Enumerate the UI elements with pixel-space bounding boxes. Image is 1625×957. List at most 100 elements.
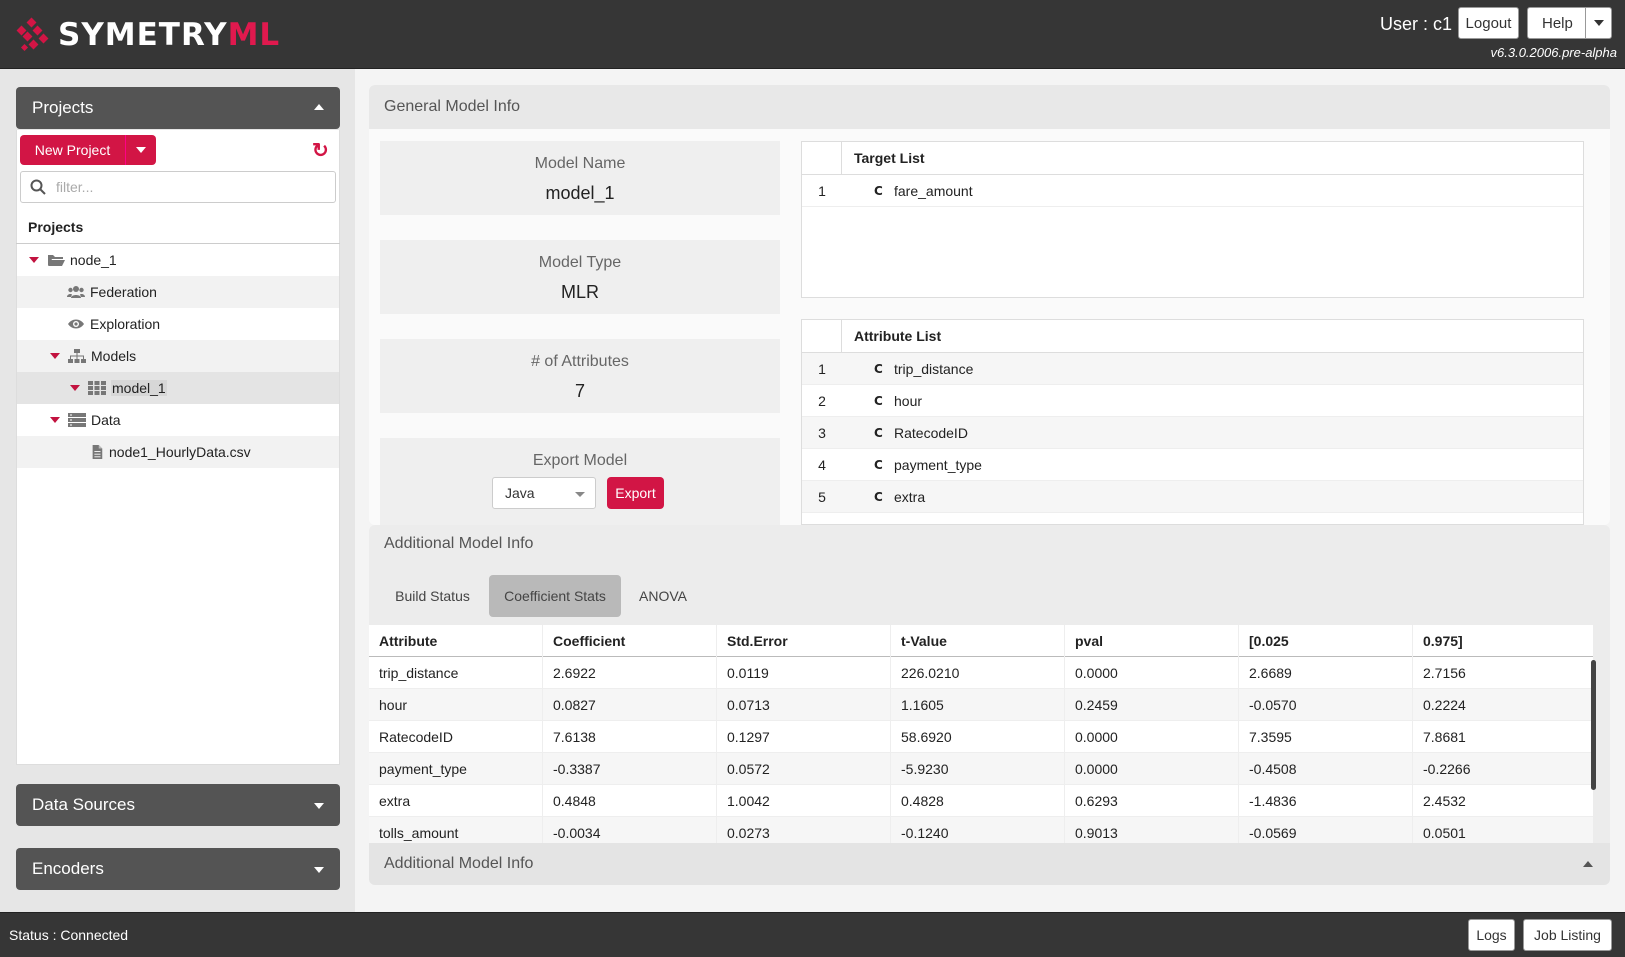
table-cell: hour xyxy=(369,688,543,721)
tab-build-status[interactable]: Build Status xyxy=(385,575,480,617)
app-header: SYMETRYML User : c1 Logout Help v6.3.0.2… xyxy=(0,0,1625,69)
column-header[interactable]: t-Value xyxy=(891,625,1065,657)
target-list: Target List 1 C fare_amount xyxy=(801,141,1584,298)
attribute-list-header: Attribute List xyxy=(802,320,1583,353)
tree-item-label: model_1 xyxy=(111,380,167,396)
job-listing-button[interactable]: Job Listing xyxy=(1523,919,1612,951)
data-sources-title: Data Sources xyxy=(32,795,135,814)
new-project-label: New Project xyxy=(20,135,126,165)
table-row[interactable]: RatecodeID 7.6138 0.1297 58.6920 0.0000 … xyxy=(369,720,1593,753)
categorical-type-badge: C xyxy=(874,393,883,408)
table-cell: 0.0000 xyxy=(1065,752,1239,785)
tree-item-node[interactable]: node_1 xyxy=(17,244,339,276)
chevron-down-icon xyxy=(136,147,146,153)
attribute-row[interactable]: 3 C RatecodeID xyxy=(802,417,1583,449)
column-header[interactable]: Coefficient xyxy=(543,625,717,657)
target-row[interactable]: 1 C fare_amount xyxy=(802,175,1583,207)
table-cell: 0.2459 xyxy=(1065,688,1239,721)
tree-item-data[interactable]: Data xyxy=(17,404,339,436)
attribute-row[interactable]: 5 C extra xyxy=(802,481,1583,513)
row-number: 1 xyxy=(818,360,826,377)
column-header[interactable]: 0.975] xyxy=(1413,625,1587,657)
encoders-panel-header[interactable]: Encoders xyxy=(16,848,340,890)
table-cell: 2.4532 xyxy=(1423,792,1466,809)
collapse-caret-icon xyxy=(314,104,324,110)
tab-coefficient-stats[interactable]: Coefficient Stats xyxy=(489,575,621,617)
status-bar: Status : Connected Logs Job Listing xyxy=(0,912,1625,957)
export-button[interactable]: Export xyxy=(607,477,664,509)
tree-item-label: Data xyxy=(91,412,121,428)
chevron-down-icon xyxy=(575,492,585,497)
tree-item-csv[interactable]: node1_HourlyData.csv xyxy=(17,436,339,468)
target-list-title: Target List xyxy=(854,150,925,166)
row-number: 2 xyxy=(818,392,826,409)
table-cell: 1.0042 xyxy=(717,784,891,817)
new-project-button[interactable]: New Project xyxy=(20,135,156,165)
help-button[interactable]: Help xyxy=(1527,7,1612,39)
users-icon xyxy=(67,286,85,298)
model-name-box: Model Name model_1 xyxy=(380,141,780,215)
table-cell: 0.6293 xyxy=(1065,784,1239,817)
table-cell: 0.0000 xyxy=(1065,656,1239,689)
column-header[interactable]: Attribute xyxy=(369,625,543,657)
table-cell: tolls_amount xyxy=(369,816,543,843)
help-button-label: Help xyxy=(1542,14,1573,32)
column-header[interactable]: pval xyxy=(1065,625,1239,657)
table-cell: -0.4508 xyxy=(1239,752,1413,785)
table-cell: 0.0119 xyxy=(717,656,891,689)
grid-icon xyxy=(88,381,106,395)
attribute-row[interactable]: 1 C trip_distance xyxy=(802,353,1583,385)
refresh-icon[interactable]: ↻ xyxy=(312,138,329,163)
table-cell: -0.0569 xyxy=(1239,816,1413,843)
new-project-dropdown[interactable] xyxy=(126,147,156,153)
column-header[interactable]: Std.Error xyxy=(717,625,891,657)
export-format-select[interactable]: Java xyxy=(492,477,596,509)
column-header[interactable]: [0.025 xyxy=(1239,625,1413,657)
table-cell: -0.1240 xyxy=(891,816,1065,843)
tree-item-federation[interactable]: Federation xyxy=(17,276,339,308)
table-cell: 0.2224 xyxy=(1423,696,1466,713)
data-sources-panel-header[interactable]: Data Sources xyxy=(16,784,340,826)
expand-caret-icon xyxy=(314,867,324,873)
help-dropdown-toggle[interactable] xyxy=(1585,8,1611,38)
target-name: fare_amount xyxy=(894,182,973,199)
additional-model-info-footer-title: Additional Model Info xyxy=(384,855,534,872)
table-cell: 0.0000 xyxy=(1065,720,1239,753)
project-filter[interactable] xyxy=(20,171,336,203)
tree-item-models[interactable]: Models xyxy=(17,340,339,372)
table-row[interactable]: tolls_amount -0.0034 0.0273 -0.1240 0.90… xyxy=(369,816,1593,843)
table-row[interactable]: payment_type -0.3387 0.0572 -5.9230 0.00… xyxy=(369,752,1593,785)
num-column-header xyxy=(802,141,842,175)
additional-model-info-footer[interactable]: Additional Model Info xyxy=(369,843,1610,885)
table-cell: 0.0273 xyxy=(717,816,891,843)
model-type-key: Model Type xyxy=(538,254,622,271)
attribute-row[interactable]: 4 C payment_type xyxy=(802,449,1583,481)
attribute-row[interactable]: 2 C hour xyxy=(802,385,1583,417)
table-cell: -5.9230 xyxy=(891,752,1065,785)
tree-item-exploration[interactable]: Exploration xyxy=(17,308,339,340)
filter-input[interactable] xyxy=(56,179,326,195)
tree-item-model-selected[interactable]: model_1 xyxy=(17,372,339,404)
row-number: 4 xyxy=(818,456,826,473)
tab-anova[interactable]: ANOVA xyxy=(630,575,696,617)
general-model-info-title: General Model Info xyxy=(369,85,1610,129)
attributes-count-key: # of Attributes xyxy=(531,353,629,370)
row-number: 1 xyxy=(818,182,826,199)
num-column-header xyxy=(802,320,842,353)
logout-button[interactable]: Logout xyxy=(1458,7,1519,39)
projects-panel-header[interactable]: Projects xyxy=(16,87,340,129)
encoders-title: Encoders xyxy=(32,859,104,878)
categorical-type-badge: C xyxy=(874,457,883,472)
logs-button[interactable]: Logs xyxy=(1468,919,1515,951)
model-name-key: Model Name xyxy=(534,155,626,172)
table-row[interactable]: extra 0.4848 1.0042 0.4828 0.6293 -1.483… xyxy=(369,784,1593,817)
table-cell: 0.4848 xyxy=(543,784,717,817)
folder-open-icon xyxy=(48,255,65,266)
table-scrollbar[interactable] xyxy=(1591,660,1596,790)
sitemap-icon xyxy=(68,349,86,363)
logo-accent-text: ML xyxy=(227,17,281,53)
table-row[interactable]: trip_distance 2.6922 0.0119 226.0210 0.0… xyxy=(369,656,1593,689)
coefficient-stats-table: Attribute Coefficient Std.Error t-Value … xyxy=(369,625,1593,843)
table-row[interactable]: hour 0.0827 0.0713 1.1605 0.2459 -0.0570… xyxy=(369,688,1593,721)
search-icon xyxy=(30,179,46,195)
